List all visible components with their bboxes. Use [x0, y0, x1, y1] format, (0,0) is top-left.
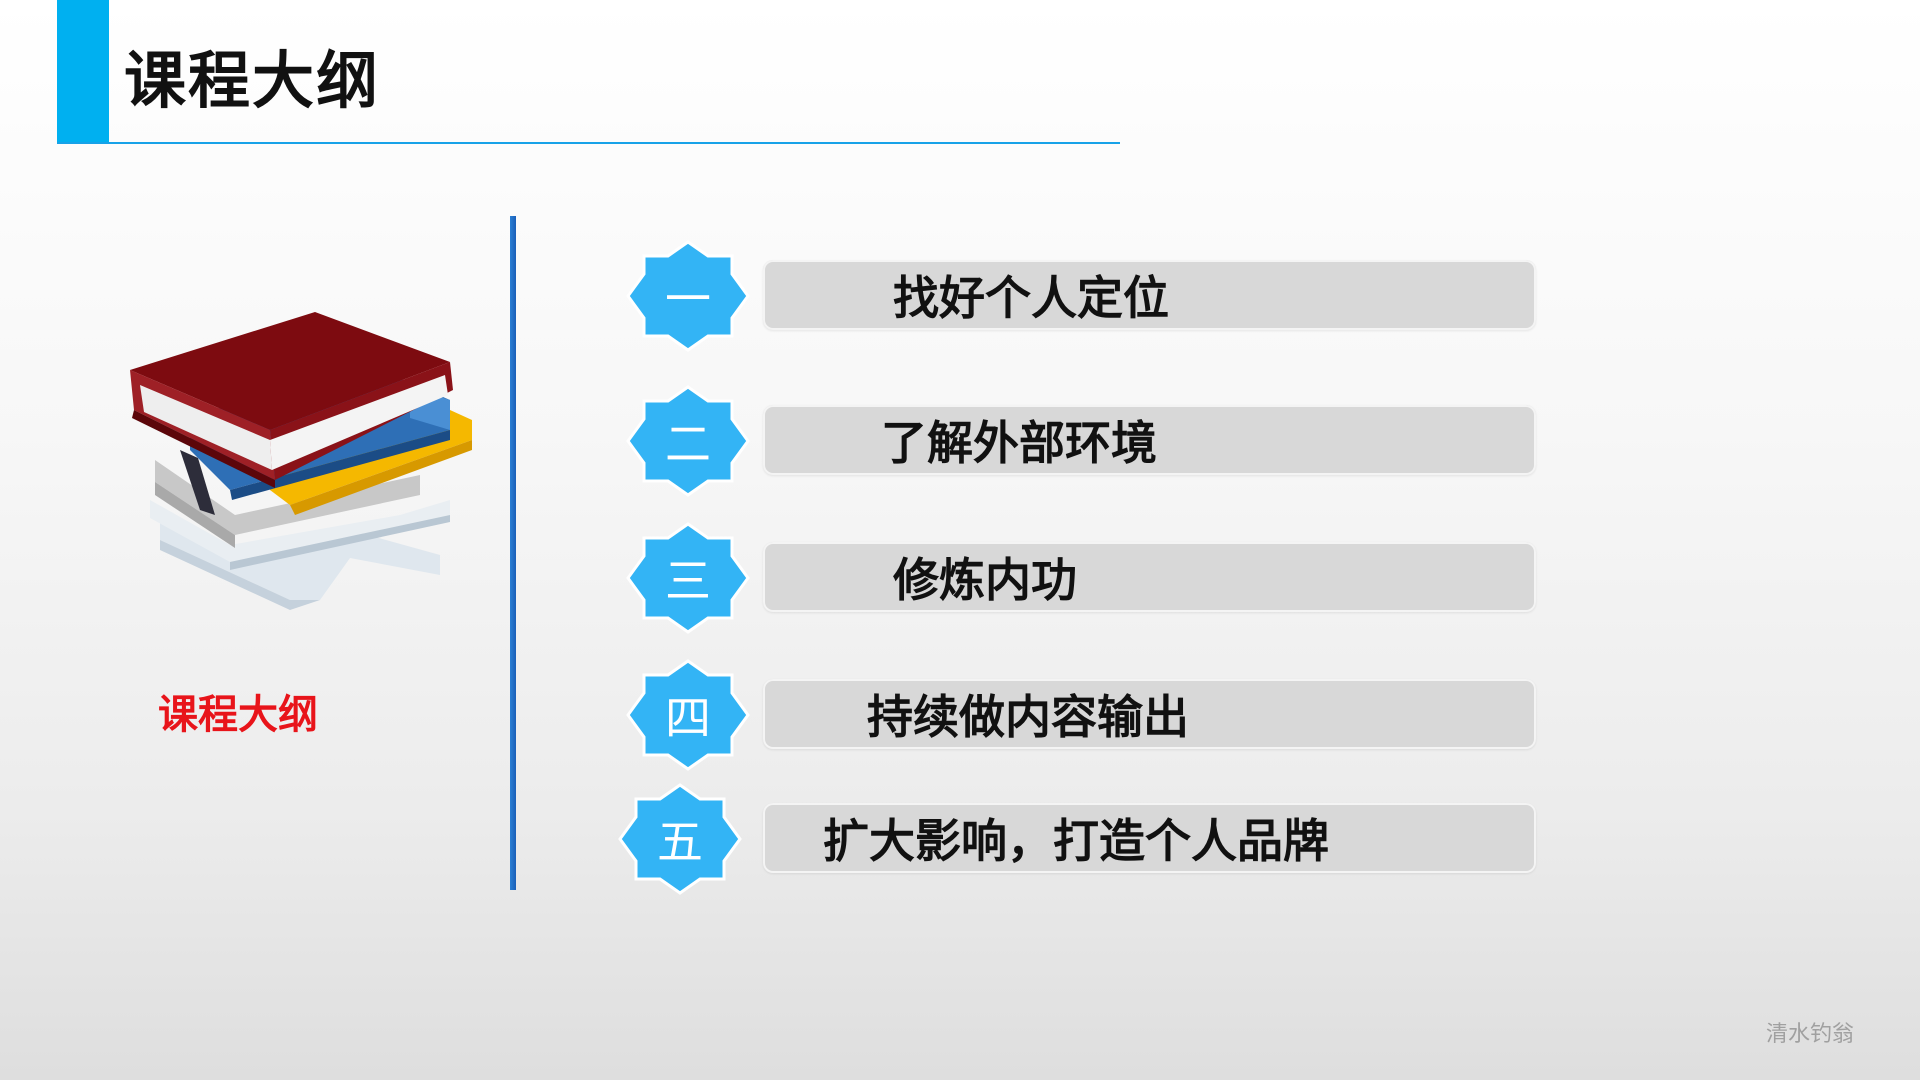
- outline-item-box[interactable]: 了解外部环境: [763, 405, 1536, 475]
- number-badge: 五: [612, 779, 748, 899]
- book-stack-icon: [120, 300, 480, 630]
- badge-number: 三: [665, 554, 711, 608]
- number-badge: 二: [620, 381, 756, 501]
- badge-number: 五: [657, 815, 703, 869]
- outline-item-label: 了解外部环境: [881, 416, 1157, 470]
- header-accent-bar: [57, 0, 109, 144]
- outline-item-label: 持续做内容输出: [867, 690, 1189, 744]
- outline-item-label: 找好个人定位: [893, 271, 1169, 325]
- outline-item: 一 找好个人定位: [620, 236, 1540, 356]
- outline-item: 三 修炼内功: [620, 518, 1540, 638]
- badge-number: 一: [665, 272, 711, 326]
- outline-item: 四 持续做内容输出: [620, 655, 1540, 775]
- header-underline: [57, 142, 1120, 144]
- badge-number: 二: [665, 417, 711, 471]
- outline-item-box[interactable]: 找好个人定位: [763, 260, 1536, 330]
- outline-item-box[interactable]: 修炼内功: [763, 542, 1536, 612]
- badge-number: 四: [665, 691, 711, 745]
- number-badge: 四: [620, 655, 756, 775]
- number-badge: 一: [620, 236, 756, 356]
- page-title: 课程大纲: [124, 44, 381, 117]
- watermark: 清水钓翁: [1765, 1022, 1854, 1047]
- number-badge: 三: [620, 518, 756, 638]
- outline-item-box[interactable]: 持续做内容输出: [763, 679, 1536, 749]
- outline-item: 二 了解外部环境: [620, 381, 1540, 501]
- outline-item: 五 扩大影响，打造个人品牌: [618, 779, 1540, 899]
- outline-item-box[interactable]: 扩大影响，打造个人品牌: [763, 803, 1536, 873]
- outline-item-label: 扩大影响，打造个人品牌: [823, 814, 1329, 868]
- slide: 课程大纲 课程大纲 一 找好个人定位 二 了解外部环境 三 修炼内功 四 持续做…: [0, 0, 1920, 1080]
- vertical-divider: [510, 216, 516, 890]
- outline-item-label: 修炼内功: [893, 553, 1077, 607]
- side-caption: 课程大纲: [158, 692, 318, 738]
